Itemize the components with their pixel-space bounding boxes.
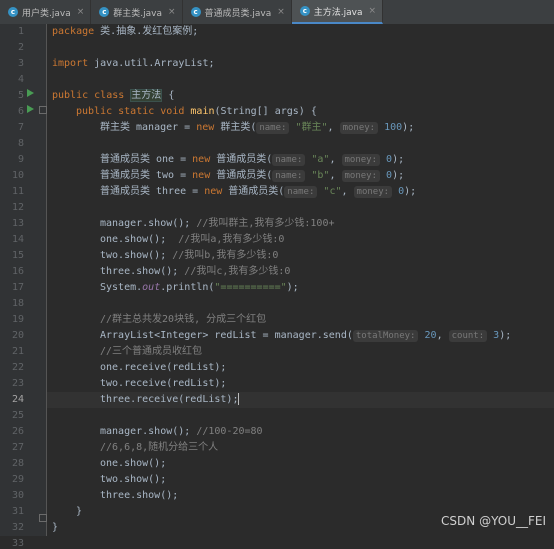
code-line: two.show(); //我叫b,我有多少钱:0	[100, 250, 279, 261]
line-number: 15	[11, 250, 24, 261]
code-line: three.receive(redList);	[100, 393, 240, 405]
line-number: 29	[11, 474, 24, 485]
line-number: 12	[11, 202, 24, 213]
code-line: three.show(); //我叫c,我有多少钱:0	[100, 266, 291, 277]
code-line: 普通成员类 one = new 普通成员类(name: "a", money: …	[100, 154, 405, 166]
tab-member-class[interactable]: c 普通成员类.java ×	[183, 0, 292, 24]
param-hint: money:	[339, 122, 379, 134]
code-line: three.show();	[100, 490, 179, 501]
tab-group-owner-class[interactable]: c 群主类.java ×	[91, 0, 183, 24]
line-number-gutter[interactable]: 1 2 3 4 5 6 7 8 9 10 11 12 13 14 15 16 17 18 19 20 21 22 23 24 2…	[0, 24, 47, 549]
code-line: System.out.println("==========");	[100, 282, 299, 293]
param-hint: totalMoney:	[352, 330, 419, 342]
code-line: //6,6,8,随机分给三个人	[100, 442, 219, 453]
code-line: }	[52, 522, 59, 533]
line-number: 13	[11, 218, 24, 229]
param-hint: name:	[272, 170, 306, 182]
code-line: 普通成员类 two = new 普通成员类(name: "b", money: …	[100, 170, 405, 182]
code-line: public static void main(String[] args) {	[76, 106, 317, 117]
line-number: 8	[17, 138, 24, 149]
line-number: 25	[11, 410, 24, 421]
line-number: 4	[17, 74, 24, 85]
code-line: public class 主方法 {	[52, 89, 175, 102]
fold-icon[interactable]	[39, 106, 47, 114]
run-main-icon[interactable]	[27, 105, 34, 113]
code-line: }	[76, 506, 83, 517]
code-line: manager.show(); //我叫群主,我有多少钱:100+	[100, 218, 335, 229]
code-line: //三个普通成员收红包	[100, 346, 203, 357]
param-hint: count:	[448, 330, 488, 342]
line-number: 11	[11, 186, 24, 197]
line-number: 5	[17, 90, 24, 101]
code-line: two.receive(redList);	[100, 378, 227, 389]
code-line: 群主类 manager = new 群主类(name: "群主", money:…	[100, 122, 415, 134]
line-number: 16	[11, 266, 24, 277]
line-number: 3	[17, 58, 24, 69]
line-number: 7	[17, 122, 24, 133]
line-number: 14	[11, 234, 24, 245]
code-line: manager.show(); //100-20=80	[100, 426, 263, 437]
tab-label: 主方法.java	[313, 7, 363, 18]
line-number: 22	[11, 362, 24, 373]
code-line: ArrayList<Integer> redList = manager.sen…	[100, 330, 512, 342]
tab-label: 普通成员类.java	[204, 8, 272, 19]
close-icon[interactable]: ×	[369, 6, 377, 16]
line-number: 33	[11, 538, 24, 549]
code-line: //群主总共发20块钱, 分成三个红包	[100, 314, 267, 325]
param-hint: money:	[341, 154, 381, 166]
editor-tab-bar: c 用户类.java × c 群主类.java × c 普通成员类.java ×…	[0, 0, 554, 25]
code-line: two.show();	[100, 474, 167, 485]
watermark: CSDN @YOU__FEI	[441, 514, 546, 528]
java-class-icon: c	[299, 6, 310, 16]
line-number: 18	[11, 298, 24, 309]
fold-icon[interactable]	[39, 514, 47, 522]
line-number: 2	[17, 42, 24, 53]
class-name-highlight: 主方法	[130, 89, 163, 102]
java-class-icon: c	[190, 7, 201, 17]
param-hint: name:	[284, 186, 318, 198]
code-line: import java.util.ArrayList;	[52, 58, 215, 69]
tab-main-class[interactable]: c 主方法.java ×	[291, 0, 384, 24]
param-hint: money:	[353, 186, 393, 198]
run-class-icon[interactable]	[27, 89, 34, 97]
tab-label: 用户类.java	[22, 8, 71, 19]
close-icon[interactable]: ×	[77, 7, 85, 17]
tab-label: 群主类.java	[113, 8, 162, 19]
tab-user-class[interactable]: c 用户类.java ×	[0, 0, 92, 24]
line-number: 27	[11, 442, 24, 453]
line-number: 21	[11, 346, 24, 357]
line-number: 1	[17, 26, 24, 37]
line-number: 10	[11, 170, 24, 181]
code-line: one.show();	[100, 458, 167, 469]
line-number: 28	[11, 458, 24, 469]
line-number: 32	[11, 522, 24, 533]
param-hint: money:	[341, 170, 381, 182]
line-number: 30	[11, 490, 24, 501]
code-line: one.receive(redList);	[100, 362, 227, 373]
line-number: 17	[11, 282, 24, 293]
code-line: one.show(); //我叫a,我有多少钱:0	[100, 234, 285, 245]
code-line: 普通成员类 three = new 普通成员类(name: "c", money…	[100, 186, 417, 198]
close-icon[interactable]: ×	[277, 7, 285, 17]
code-editor[interactable]: package 类.抽象.发红包案例; import java.util.Arr…	[47, 24, 554, 536]
line-number: 24	[11, 394, 24, 405]
code-line: package 类.抽象.发红包案例;	[52, 26, 199, 37]
line-number: 19	[11, 314, 24, 325]
java-class-icon: c	[99, 7, 110, 17]
param-hint: name:	[256, 122, 290, 134]
text-caret	[238, 393, 240, 405]
java-class-icon: c	[8, 7, 18, 17]
line-number: 9	[17, 154, 24, 165]
line-number: 31	[11, 506, 24, 517]
param-hint: name:	[272, 154, 306, 166]
line-number: 6	[17, 106, 24, 117]
line-number: 20	[11, 330, 24, 341]
line-number: 23	[11, 378, 24, 389]
close-icon[interactable]: ×	[168, 7, 176, 17]
line-number: 26	[11, 426, 24, 437]
